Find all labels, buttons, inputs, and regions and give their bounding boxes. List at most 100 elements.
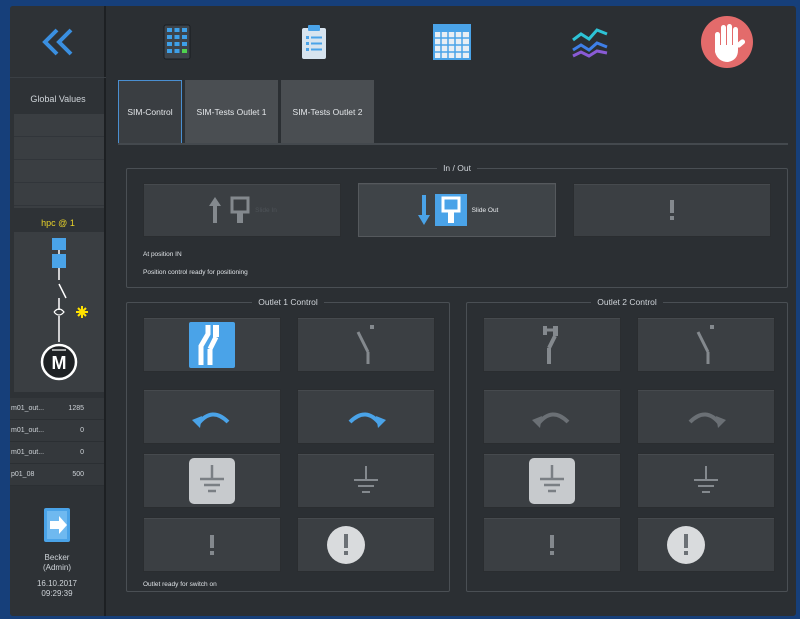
outlet-1-rotate-left-button[interactable] [143, 389, 281, 444]
outlet-2-earth-off-button[interactable] [637, 453, 775, 508]
arrow-down-icon [417, 195, 430, 225]
svg-text:M: M [52, 353, 67, 373]
inout-status-1: At position IN [143, 251, 182, 258]
logout-icon[interactable] [42, 506, 72, 544]
tab-bar: SIM-Control SIM-Tests Outlet 1 SIM-Tests… [118, 80, 374, 144]
double-chevron-left-icon [42, 28, 73, 55]
value-number: 0 [80, 427, 84, 434]
rotate-left-icon [192, 412, 230, 428]
tab-divider [118, 143, 788, 145]
outlet-1-reset-button[interactable] [297, 517, 435, 572]
value-name: m01_out... [11, 449, 45, 456]
tab-sim-tests-outlet-2[interactable]: SIM-Tests Outlet 2 [281, 80, 374, 144]
app-window: Global Values hpc @ 1 M m01_out... 1285 … [10, 6, 796, 616]
global-values-title: Global Values [30, 94, 86, 104]
rotate-right-icon [348, 412, 386, 428]
outlet-2-earth-button[interactable] [483, 453, 621, 508]
value-number: 500 [72, 471, 84, 478]
outlet-1-earth-button[interactable] [143, 453, 281, 508]
outlet-2-alert-button[interactable] [483, 517, 621, 572]
value-name: m01_out... [11, 427, 45, 434]
earth-ground-active-icon [529, 457, 575, 504]
user-role: (Admin) [42, 563, 71, 572]
stop-hand-icon [701, 16, 754, 68]
table-button[interactable] [383, 6, 521, 78]
circuit-schematic-icon: M [40, 238, 88, 381]
earth-ground-icon [694, 465, 718, 493]
outlet-2-rotate-left-button[interactable] [483, 389, 621, 444]
outlet-1-earth-off-button[interactable] [297, 453, 435, 508]
tab-sim-control[interactable]: SIM-Control [118, 80, 182, 144]
list-item [14, 137, 104, 160]
rotate-left-icon [532, 412, 570, 428]
collapse-sidebar-button[interactable] [10, 6, 106, 78]
tab-sim-tests-outlet-1[interactable]: SIM-Tests Outlet 1 [185, 80, 278, 144]
line-chart-icon [571, 28, 608, 58]
switch-closed-icon [543, 325, 558, 364]
outlet-2-reset-button[interactable] [637, 517, 775, 572]
inout-title: In / Out [437, 163, 477, 173]
date-label: 16.10.2017 [36, 579, 78, 588]
user-panel[interactable]: Becker (Admin) 16.10.2017 09:29:39 [10, 496, 104, 616]
outlet-1-switch-button[interactable] [143, 317, 281, 372]
outlet-1-rotate-right-button[interactable] [297, 389, 435, 444]
slide-in-label: Slide In [255, 206, 277, 214]
user-name: Becker [44, 553, 70, 562]
time-label: 09:29:39 [41, 589, 73, 598]
switch-open-icon [356, 324, 374, 364]
value-number: 0 [80, 449, 84, 456]
table-row: m01_out... 0 [10, 420, 104, 442]
keypad-icon [163, 24, 191, 60]
value-name: m01_out... [11, 405, 45, 412]
outlet-1-title: Outlet 1 Control [252, 297, 324, 307]
clipboard-button[interactable] [246, 6, 384, 78]
value-name: p01_08 [11, 471, 35, 478]
inout-group: In / Out Slide In Slide Out At position … [126, 163, 788, 288]
grid-icon [432, 24, 471, 60]
list-item [14, 160, 104, 183]
exclamation-icon [210, 534, 214, 555]
switch-open-icon [696, 324, 714, 364]
list-item [14, 183, 104, 206]
slide-device-icon [230, 196, 250, 223]
outlet-2-switch-button[interactable] [483, 317, 621, 372]
inout-alert-button[interactable] [573, 183, 771, 237]
list-item [14, 114, 104, 137]
rotate-right-icon [688, 412, 726, 428]
table-row: m01_out... 0 [10, 442, 104, 464]
switch-closed-icon [189, 321, 235, 368]
values-list: m01_out... 1285 m01_out... 0 m01_out... … [10, 398, 104, 486]
global-values-panel [14, 114, 104, 208]
outlet-1-group: Outlet 1 Control Outlet ready for switch… [126, 297, 450, 592]
table-row: p01_08 500 [10, 464, 104, 486]
sidebar: Global Values hpc @ 1 M m01_out... 1285 … [10, 6, 106, 616]
stop-button[interactable] [658, 6, 796, 78]
outlet-2-open-button[interactable] [637, 317, 775, 372]
inout-status-2: Position control ready for positioning [143, 269, 248, 276]
alert-circle-icon [667, 525, 705, 564]
slide-out-label: Slide Out [471, 206, 499, 214]
alert-circle-icon [327, 525, 365, 564]
circuit-diagram[interactable]: M [14, 232, 104, 392]
top-toolbar [108, 6, 796, 78]
exclamation-icon [550, 534, 554, 555]
slide-out-button[interactable]: Slide Out [358, 183, 556, 237]
table-row: m01_out... 1285 [10, 398, 104, 420]
exclamation-icon [670, 200, 674, 220]
outlet-2-group: Outlet 2 Control [466, 297, 788, 592]
arrow-up-icon [209, 197, 222, 223]
outlet-2-rotate-right-button[interactable] [637, 389, 775, 444]
earth-ground-icon [354, 465, 378, 493]
earth-ground-active-icon [189, 457, 235, 504]
slide-in-button[interactable]: Slide In [143, 183, 341, 237]
slide-device-active-icon [434, 194, 467, 226]
clipboard-icon [302, 25, 327, 59]
outlet-1-open-button[interactable] [297, 317, 435, 372]
outlet-1-alert-button[interactable] [143, 517, 281, 572]
value-number: 1285 [68, 405, 84, 412]
hpc-label: hpc @ 1 [41, 218, 75, 228]
outlet-2-title: Outlet 2 Control [591, 297, 663, 307]
trend-button[interactable] [521, 6, 659, 78]
keypad-button[interactable] [108, 6, 246, 78]
outlet-1-status: Outlet ready for switch on [143, 581, 217, 588]
